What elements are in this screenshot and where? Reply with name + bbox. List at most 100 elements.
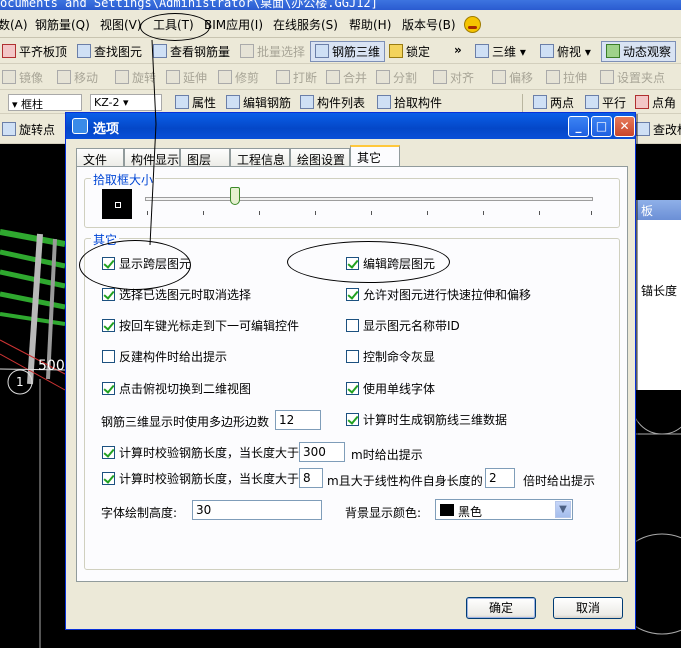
menu-version[interactable]: 版本号(B) <box>402 16 456 33</box>
single-line-font-checkbox[interactable]: 使用单线字体 <box>346 382 435 396</box>
polygon-sides-input[interactable]: 12 <box>275 410 321 430</box>
deselect-selected-label: 选择已选图元时取消选择 <box>119 288 252 302</box>
view-top-dropdown[interactable]: 俯视 ▾ <box>540 43 591 60</box>
enter-next-control-checkbox[interactable]: 按回车键光标走到下一可编辑控件 <box>102 319 299 333</box>
rotate-button[interactable]: 旋转 <box>115 69 156 86</box>
tab-file[interactable]: 文件 <box>76 148 124 167</box>
menu-online[interactable]: 在线服务(S) <box>273 16 338 33</box>
tab-layer[interactable]: 图层 <box>180 148 230 167</box>
pick-size-slider[interactable] <box>145 197 593 201</box>
parallel-button[interactable]: 平行 <box>585 94 626 111</box>
menu-help[interactable]: 帮助(H) <box>349 16 391 33</box>
command-grey-checkbox[interactable]: 控制命令灰显 <box>346 350 435 364</box>
menu-view[interactable]: 视图(V) <box>100 16 142 33</box>
menu-tools[interactable]: 工具(T) <box>153 16 194 33</box>
single-line-font-label: 使用单线字体 <box>363 382 436 396</box>
split-icon <box>376 70 390 84</box>
two-point-button[interactable]: 两点 <box>533 94 574 111</box>
move-icon <box>57 70 71 84</box>
bg-color-label: 背景显示颜色: <box>345 506 422 520</box>
mirror-button[interactable]: 镜像 <box>2 69 43 86</box>
window-title: ocuments and Settings\Administrator\桌面\办… <box>0 0 378 10</box>
menu-rebar-qty[interactable]: 钢筋量(Q) <box>35 16 90 33</box>
batch-select-button[interactable]: 批量选择 <box>240 43 305 60</box>
maximize-button[interactable]: □ <box>591 116 612 137</box>
minimize-button[interactable]: _ <box>568 116 589 137</box>
batch-select-label: 批量选择 <box>257 45 306 59</box>
toolbar-edit: 镜像 移动 旋转 延伸 修剪 打断 合并 分割 对齐 偏移 拉伸 设置夹点 <box>0 64 681 90</box>
view-rebar-qty-button[interactable]: 查看钢筋量 <box>153 43 230 60</box>
properties-button[interactable]: 属性 <box>175 94 216 111</box>
merge-button[interactable]: 合并 <box>326 69 367 86</box>
trim-label: 修剪 <box>235 71 260 85</box>
menu-bim[interactable]: BIM应用(I) <box>204 16 263 33</box>
pick-box-preview <box>102 189 132 219</box>
tab-drawing-settings[interactable]: 绘图设置 <box>290 148 350 167</box>
show-cross-layer-checkbox[interactable]: 显示跨层图元 <box>102 257 191 271</box>
element-name-select[interactable]: KZ-2 ▾ <box>90 94 162 111</box>
pick-element-button[interactable]: 拾取构件 <box>377 94 442 111</box>
gen-3d-data-label: 计算时生成钢筋线三维数据 <box>363 413 508 427</box>
slider-tick <box>427 211 428 215</box>
rotate-label: 旋转 <box>132 71 157 85</box>
slider-tick <box>203 211 204 215</box>
reverse-build-prompt-checkbox[interactable]: 反建构件时给出提示 <box>102 350 227 364</box>
tab-element-display[interactable]: 构件显示 <box>124 148 180 167</box>
polygon-sides-label: 钢筋三维显示时使用多边形边数 <box>101 415 270 429</box>
menu-partial[interactable]: 数(A) <box>0 16 28 33</box>
font-height-input[interactable]: 30 <box>192 500 322 520</box>
align-icon <box>433 70 447 84</box>
element-list-label: 构件列表 <box>317 96 366 110</box>
lock-button[interactable]: 锁定 <box>389 43 430 60</box>
set-grip-label: 设置夹点 <box>617 71 666 85</box>
top-view-2d-checkbox[interactable]: 点击俯视切换到二维视图 <box>102 382 251 396</box>
pick-element-label: 拾取构件 <box>394 96 443 110</box>
smiley-icon[interactable] <box>464 16 481 33</box>
align-button[interactable]: 对齐 <box>433 69 474 86</box>
check-mark-button[interactable]: 查改标 <box>636 121 681 138</box>
offset-button[interactable]: 偏移 <box>492 69 533 86</box>
extend-button[interactable]: 延伸 <box>166 69 207 86</box>
close-button[interactable]: ✕ <box>614 116 635 137</box>
show-name-id-checkbox[interactable]: 显示图元名称带ID <box>346 319 460 333</box>
rebar-3d-button[interactable]: 钢筋三维 <box>310 41 386 62</box>
dynamic-orbit-button[interactable]: 动态观察 <box>601 41 677 62</box>
ok-button[interactable]: 确定 <box>466 597 536 619</box>
cancel-button[interactable]: 取消 <box>553 597 623 619</box>
check-length-label: 计算时校验钢筋长度，当长度大于 <box>119 446 300 460</box>
flush-slab-button[interactable]: 平齐板顶 <box>2 43 67 60</box>
tab-other[interactable]: 其它 <box>350 145 400 168</box>
check-linear-ratio-input[interactable]: 2 <box>485 468 515 488</box>
view-3d-dropdown[interactable]: 三维 ▾ <box>475 43 526 60</box>
check-linear-length-checkbox[interactable]: 计算时校验钢筋长度，当长度大于 <box>102 472 299 486</box>
gen-3d-data-checkbox[interactable]: 计算时生成钢筋线三维数据 <box>346 413 507 427</box>
bg-color-select[interactable]: 黑色 ▼ <box>435 499 573 520</box>
break-button[interactable]: 打断 <box>276 69 317 86</box>
element-type-select[interactable]: ▾ 框柱 <box>8 94 82 111</box>
set-grip-button[interactable]: 设置夹点 <box>600 69 665 86</box>
split-button[interactable]: 分割 <box>376 69 417 86</box>
lock-label: 锁定 <box>406 45 431 59</box>
point-angle-button[interactable]: 点角 <box>635 94 676 111</box>
move-button[interactable]: 移动 <box>57 69 98 86</box>
stretch-button[interactable]: 拉伸 <box>546 69 587 86</box>
deselect-selected-checkbox[interactable]: 选择已选图元时取消选择 <box>102 288 251 302</box>
parallel-label: 平行 <box>602 96 627 110</box>
check-length-checkbox[interactable]: 计算时校验钢筋长度，当长度大于 <box>102 446 299 460</box>
grip-icon <box>600 70 614 84</box>
toolbar-more-button[interactable]: » <box>454 43 462 57</box>
checkbox-box <box>102 350 115 363</box>
rotate-point-button[interactable]: 旋转点 <box>2 121 55 138</box>
check-length-input[interactable]: 300 <box>299 442 345 462</box>
tab-project-info[interactable]: 工程信息 <box>230 148 290 167</box>
break-icon <box>276 70 290 84</box>
check-linear-length-input[interactable]: 8 <box>299 468 323 488</box>
quick-stretch-checkbox[interactable]: 允许对图元进行快速拉伸和偏移 <box>346 288 531 302</box>
trim-button[interactable]: 修剪 <box>218 69 259 86</box>
pick-size-slider-thumb[interactable] <box>229 187 240 205</box>
element-list-button[interactable]: 构件列表 <box>300 94 365 111</box>
edit-rebar-button[interactable]: 编辑钢筋 <box>226 94 291 111</box>
find-element-button[interactable]: 查找图元 <box>77 43 142 60</box>
edit-cross-layer-checkbox[interactable]: 编辑跨层图元 <box>346 257 435 271</box>
menubar: 数(A) 钢筋量(Q) 视图(V) 工具(T) BIM应用(I) 在线服务(S)… <box>0 10 681 38</box>
